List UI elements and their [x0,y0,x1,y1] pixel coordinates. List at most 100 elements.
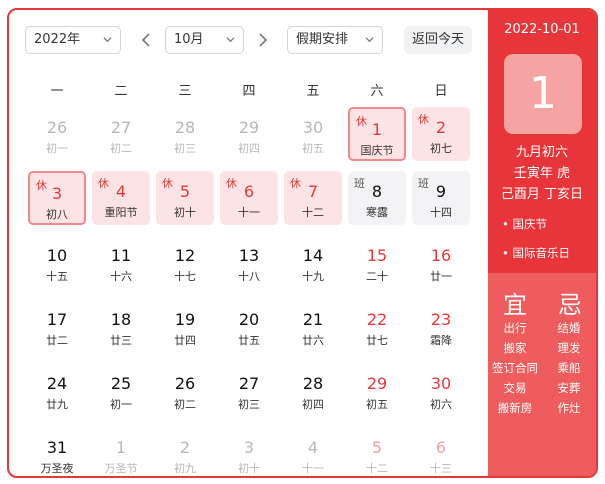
day-cell[interactable]: 29 初五 [348,363,406,417]
next-month-icon[interactable] [254,30,272,50]
day-cell[interactable]: 11 十六 [92,235,150,289]
day-number: 2 [435,118,447,137]
day-number: 27 [238,374,260,393]
chevron-down-icon [226,37,235,43]
day-cell[interactable]: 休 4 重阳节 [92,171,150,225]
day-number: 4 [115,182,127,201]
day-number: 29 [238,118,260,137]
day-cell[interactable]: 14 十九 [284,235,342,289]
lunar-label: 十四 [430,206,452,219]
day-number: 7 [307,182,319,201]
lunar-label: 十五 [46,270,68,283]
day-cell[interactable]: 4 十一 [284,427,342,476]
day-cell[interactable]: 10 十五 [28,235,86,289]
lunar-label: 初八 [46,208,68,221]
day-number: 14 [302,246,324,265]
day-cell[interactable]: 1 万圣节 [92,427,150,476]
day-cell[interactable]: 休 6 十一 [220,171,278,225]
weekday-label: 四 [242,84,256,99]
lunar-label: 十七 [174,270,196,283]
day-number: 15 [366,246,388,265]
toolbar: 2022年 10月 假期安排 返回今天 [25,26,485,56]
ji-item: 理发 [557,341,581,355]
weekday-label: 三 [178,84,192,99]
day-cell[interactable]: 20 廿五 [220,299,278,353]
lunar-label: 十一 [302,462,324,475]
day-cell[interactable]: 12 十七 [156,235,214,289]
day-cell[interactable]: 24 廿九 [28,363,86,417]
day-number: 5 [179,182,191,201]
day-number: 27 [110,118,132,137]
lunar-label: 重阳节 [104,206,138,219]
day-number: 6 [243,182,255,201]
day-number: 1 [115,438,127,457]
festival-item: • 国庆节 [502,217,547,231]
day-cell[interactable]: 27 初三 [220,363,278,417]
day-cell[interactable]: 休 3 初八 [28,171,86,225]
day-number: 19 [174,310,196,329]
ji-item: 乘船 [557,361,581,375]
lunar-label: 廿三 [110,334,132,347]
day-number: 31 [46,438,68,457]
day-cell[interactable]: 29 初四 [220,107,278,161]
lunar-label: 廿四 [174,334,196,347]
day-cell[interactable]: 21 廿六 [284,299,342,353]
day-cell[interactable]: 17 廿二 [28,299,86,353]
lunar-label: 初九 [174,462,196,475]
day-detail-panel: 2022-10-01 1 九月初六 壬寅年 虎 己酉月 丁亥日 • 国庆节 • … [488,10,596,476]
day-cell[interactable]: 班 8 寒露 [348,171,406,225]
day-cell[interactable]: 15 二十 [348,235,406,289]
day-cell[interactable]: 22 廿七 [348,299,406,353]
day-cell[interactable]: 31 万圣夜 [28,427,86,476]
day-cell[interactable]: 5 十二 [348,427,406,476]
lunar-label: 廿二 [46,334,68,347]
lunar-label: 初七 [430,142,452,155]
calendar-main: 2022年 10月 假期安排 返回今天 一二三四五六日 26 初一 27 初二 28 初三… [9,10,488,476]
lunar-label: 初二 [174,398,196,411]
festival-item: • 国际音乐日 [502,246,570,260]
month-select[interactable]: 10月 [165,26,244,54]
day-number: 4 [307,438,319,457]
holiday-select[interactable]: 假期安排 [287,26,383,54]
day-cell[interactable]: 26 初一 [28,107,86,161]
day-cell[interactable]: 27 初二 [92,107,150,161]
day-cell[interactable]: 休 1 国庆节 [348,107,406,161]
day-cell[interactable]: 休 5 初十 [156,171,214,225]
day-cell[interactable]: 6 十三 [412,427,470,476]
day-cell[interactable]: 13 十八 [220,235,278,289]
day-number: 1 [371,120,383,139]
lunar-label: 初一 [110,398,132,411]
day-cell[interactable]: 23 霜降 [412,299,470,353]
day-cell[interactable]: 30 初六 [412,363,470,417]
lunar-label: 十一 [238,206,260,219]
day-cell[interactable]: 16 廿一 [412,235,470,289]
selected-day-number: 1 [504,54,582,134]
ji-item: 结婚 [557,321,581,335]
weekday-label: 六 [370,84,384,99]
day-cell[interactable]: 19 廿四 [156,299,214,353]
day-cell[interactable]: 2 初九 [156,427,214,476]
year-select[interactable]: 2022年 [25,26,121,54]
month-day-ganzhi: 己酉月 丁亥日 [500,187,584,202]
lunar-label: 十二 [366,462,388,475]
lunar-label: 初五 [366,398,388,411]
day-cell[interactable]: 28 初三 [156,107,214,161]
back-to-today-button[interactable]: 返回今天 [404,26,472,54]
day-cell[interactable]: 3 初十 [220,427,278,476]
day-cell[interactable]: 30 初五 [284,107,342,161]
day-cell[interactable]: 休 2 初七 [412,107,470,161]
day-cell[interactable]: 18 廿三 [92,299,150,353]
weekday-label: 一 [50,84,64,99]
yi-ji-section: 宜 忌 出行 搬家 签订合同 交易 搬新房 结婚 理发 乘船 安葬 作灶 [488,273,596,476]
prev-month-icon[interactable] [137,30,155,50]
day-cell[interactable]: 休 7 十二 [284,171,342,225]
day-number: 5 [371,438,383,457]
day-cell[interactable]: 班 9 十四 [412,171,470,225]
day-number: 29 [366,374,388,393]
lunar-label: 寒露 [366,206,388,219]
day-number: 10 [46,246,68,265]
day-cell[interactable]: 28 初四 [284,363,342,417]
day-cell[interactable]: 26 初二 [156,363,214,417]
day-cell[interactable]: 25 初一 [92,363,150,417]
lunar-label: 万圣夜 [40,462,74,475]
